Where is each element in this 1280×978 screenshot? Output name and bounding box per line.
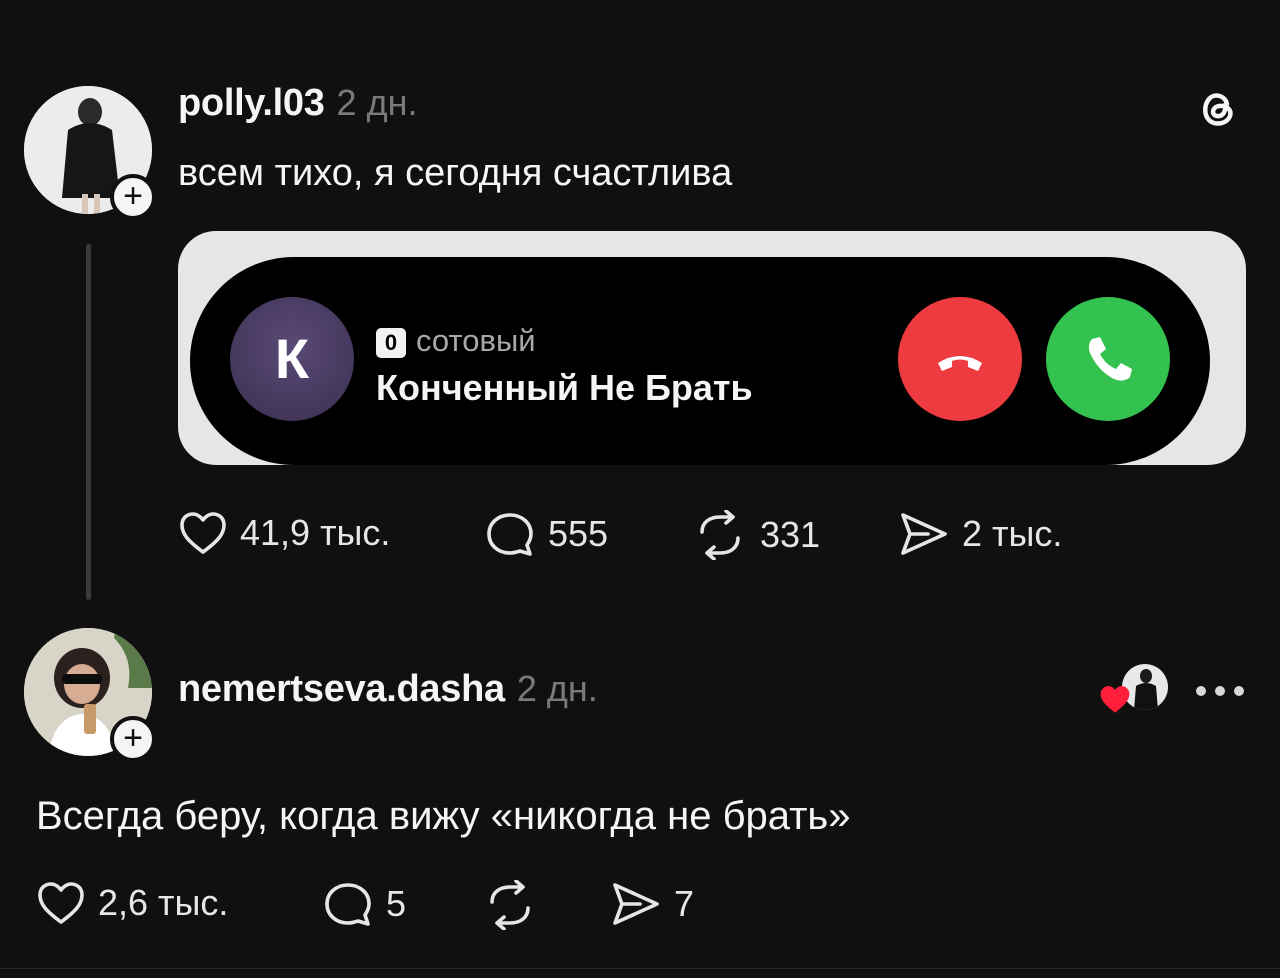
reply-comment-button[interactable]: 5 (322, 880, 406, 928)
comment-icon (325, 883, 371, 926)
comment-count: 555 (548, 513, 609, 554)
repost-count: 331 (760, 514, 821, 555)
accept-call-button (1046, 297, 1170, 421)
like-button[interactable]: 41,9 тыс. (178, 510, 390, 556)
more-icon[interactable] (1196, 683, 1253, 701)
reply-text: Всегда беру, когда вижу «никогда не брат… (36, 794, 851, 838)
caller-name: Конченный Не Брать (376, 367, 753, 408)
comment-icon (487, 513, 533, 556)
threads-logo-icon[interactable] (1194, 84, 1242, 137)
heart-icon (38, 882, 84, 924)
reply-header: nemertseva.dasha 2 дн. (178, 668, 598, 711)
share-button[interactable]: 2 тыс. (898, 510, 1062, 558)
caller-avatar: К (230, 297, 354, 421)
repost-button[interactable]: 331 (692, 510, 820, 560)
sim-badge: 0 (376, 327, 406, 358)
follow-plus-icon[interactable]: + (110, 174, 156, 220)
reply-time: 2 дн. (516, 668, 598, 709)
call-line-label: 0 сотовый (376, 323, 536, 359)
share-count: 2 тыс. (962, 513, 1063, 554)
reply-username[interactable]: nemertseva.dasha (178, 668, 505, 710)
divider (0, 968, 1280, 969)
comment-button[interactable]: 555 (484, 510, 608, 558)
phone-icon (1088, 337, 1132, 381)
incoming-call-banner: К 0 сотовый Конченный Не Брать (190, 257, 1210, 465)
repost-icon (700, 510, 740, 560)
author-username[interactable]: polly.l03 (178, 82, 325, 124)
line-type: сотовый (416, 323, 536, 358)
like-count: 41,9 тыс. (240, 512, 391, 553)
reply-repost-button[interactable] (482, 880, 550, 930)
reply-share-count: 7 (674, 883, 695, 924)
share-icon (613, 883, 659, 925)
post-time: 2 дн. (336, 82, 418, 123)
post-text: всем тихо, я сегодня счастлива (178, 152, 733, 194)
phone-hangup-icon (938, 356, 982, 371)
reply-follow-plus-icon[interactable]: + (110, 716, 156, 762)
post-header: polly.l03 2 дн. (178, 82, 417, 125)
heart-icon (180, 512, 226, 554)
repost-icon (490, 880, 530, 930)
share-icon (901, 513, 947, 555)
reply-like-button[interactable]: 2,6 тыс. (36, 880, 228, 926)
decline-call-button (898, 297, 1022, 421)
post-image-call-banner[interactable]: К 0 сотовый Конченный Не Брать (178, 231, 1246, 465)
reply-like-count: 2,6 тыс. (98, 882, 229, 923)
reply-share-button[interactable]: 7 (610, 880, 694, 928)
reply-comment-count: 5 (386, 883, 407, 924)
liked-heart-icon (1098, 684, 1132, 719)
thread-line (86, 244, 91, 600)
